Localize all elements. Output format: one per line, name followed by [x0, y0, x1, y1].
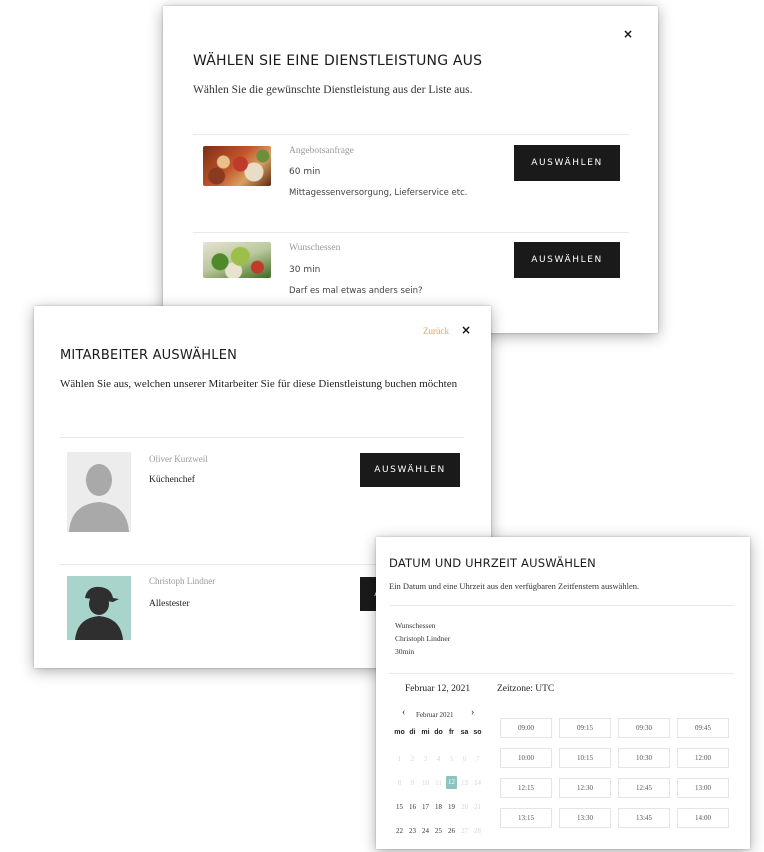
- time-slot[interactable]: 09:00: [500, 718, 552, 738]
- service-modal-title: WÄHLEN SIE EINE DIENSTLEISTUNG AUS: [193, 53, 483, 69]
- staff-role: Küchenchef: [149, 475, 195, 485]
- calendar-day: 13: [461, 779, 468, 787]
- time-slot[interactable]: 13:45: [618, 808, 670, 828]
- service-duration: 30 min: [289, 265, 321, 275]
- person-silhouette-icon: [69, 464, 129, 532]
- calendar-day[interactable]: 19: [446, 803, 457, 811]
- weekday-label: so: [473, 729, 482, 736]
- calendar-day[interactable]: 24: [420, 827, 431, 835]
- weekday-label: sa: [460, 729, 469, 736]
- calendar-day: 21: [474, 803, 481, 811]
- time-slot[interactable]: 09:30: [618, 718, 670, 738]
- calendar-day: 14: [474, 779, 481, 787]
- divider: [389, 673, 734, 674]
- calendar-day: 28: [474, 827, 481, 835]
- calendar-day: 5: [449, 755, 454, 763]
- calendar-day: 7: [475, 755, 480, 763]
- calendar-day: 2: [410, 755, 415, 763]
- divider: [389, 605, 734, 606]
- calendar-day[interactable]: 15: [394, 803, 405, 811]
- calendar-day[interactable]: 23: [407, 827, 418, 835]
- select-service-button[interactable]: AUSWÄHLEN: [514, 145, 620, 181]
- time-slot[interactable]: 13:15: [500, 808, 552, 828]
- timezone-label: Zeitzone: UTC: [497, 684, 555, 694]
- calendar-day[interactable]: 18: [433, 803, 444, 811]
- time-slot[interactable]: 09:45: [677, 718, 729, 738]
- service-modal-subtitle: Wählen Sie die gewünschte Dienstleistung…: [193, 84, 473, 96]
- back-link[interactable]: Zurück: [423, 326, 449, 336]
- calendar-day: 20: [461, 803, 468, 811]
- service-image: [203, 146, 271, 186]
- weekday-label: mi: [421, 729, 430, 736]
- calendar-day: 27: [461, 827, 468, 835]
- select-staff-button[interactable]: AUSWÄHLEN: [360, 453, 460, 487]
- select-service-button[interactable]: AUSWÄHLEN: [514, 242, 620, 278]
- staff-role: Allestester: [149, 599, 190, 609]
- staff-modal-subtitle: Wählen Sie aus, welchen unserer Mitarbei…: [60, 378, 458, 390]
- booking-summary: Wunschessen Christoph Lindner 30min: [395, 619, 450, 658]
- weekday-label: do: [434, 729, 443, 736]
- next-month-icon[interactable]: ›: [471, 707, 474, 718]
- calendar-month: Februar 2021: [416, 711, 454, 719]
- calendar-day: 3: [423, 755, 428, 763]
- person-cap-icon: [75, 586, 123, 640]
- datetime-modal-subtitle: Ein Datum und eine Uhrzeit aus den verfü…: [389, 581, 640, 591]
- service-modal: × WÄHLEN SIE EINE DIENSTLEISTUNG AUS Wäh…: [163, 6, 658, 333]
- staff-name: Christoph Lindner: [149, 576, 216, 586]
- time-slot[interactable]: 10:00: [500, 748, 552, 768]
- time-slot[interactable]: 13:00: [677, 778, 729, 798]
- calendar-day: 11: [435, 779, 442, 787]
- avatar: [67, 452, 131, 532]
- time-slot[interactable]: 13:30: [559, 808, 611, 828]
- weekday-label: mo: [394, 729, 405, 736]
- calendar-day: 8: [397, 779, 402, 787]
- summary-duration: 30min: [395, 647, 415, 656]
- time-slot[interactable]: 12:30: [559, 778, 611, 798]
- service-description: Mittagessenversorgung, Lieferservice etc…: [289, 188, 468, 198]
- service-name: Wunschessen: [289, 243, 341, 253]
- staff-name: Oliver Kurzweil: [149, 454, 208, 464]
- datetime-modal: DATUM UND UHRZEIT AUSWÄHLEN Ein Datum un…: [376, 537, 750, 849]
- summary-staff: Christoph Lindner: [395, 634, 451, 643]
- divider: [193, 134, 629, 135]
- divider: [60, 437, 464, 438]
- time-slot[interactable]: 14:00: [677, 808, 729, 828]
- calendar-day: 6: [462, 755, 467, 763]
- time-slot[interactable]: 12:15: [500, 778, 552, 798]
- summary-service: Wunschessen: [395, 621, 436, 630]
- calendar-day[interactable]: 22: [394, 827, 405, 835]
- divider: [193, 232, 629, 233]
- calendar-day[interactable]: 17: [420, 803, 431, 811]
- weekday-label: fr: [448, 729, 455, 736]
- service-duration: 60 min: [289, 167, 321, 177]
- time-slot[interactable]: 12:00: [677, 748, 729, 768]
- calendar-day: 4: [436, 755, 441, 763]
- calendar-day: 9: [410, 779, 415, 787]
- staff-modal-title: MITARBEITER AUSWÄHLEN: [60, 348, 238, 363]
- time-slot[interactable]: 10:30: [618, 748, 670, 768]
- time-slot[interactable]: 10:15: [559, 748, 611, 768]
- time-slot[interactable]: 12:45: [618, 778, 670, 798]
- weekday-label: di: [409, 729, 416, 736]
- avatar: [67, 576, 131, 640]
- selected-date: Februar 12, 2021: [405, 684, 471, 694]
- prev-month-icon[interactable]: ‹: [402, 707, 405, 718]
- calendar-day[interactable]: 16: [407, 803, 418, 811]
- time-slot[interactable]: 09:15: [559, 718, 611, 738]
- close-icon[interactable]: ×: [461, 323, 471, 337]
- calendar-day: 1: [397, 755, 402, 763]
- service-name: Angebotsanfrage: [289, 146, 354, 156]
- close-icon[interactable]: ×: [623, 27, 633, 41]
- calendar-day: 10: [422, 779, 429, 787]
- calendar-day[interactable]: 25: [433, 827, 444, 835]
- calendar-day-selected[interactable]: 12: [446, 776, 457, 789]
- datetime-modal-title: DATUM UND UHRZEIT AUSWÄHLEN: [389, 556, 596, 570]
- service-image: [203, 242, 271, 278]
- calendar-day[interactable]: 26: [446, 827, 457, 835]
- service-description: Darf es mal etwas anders sein?: [289, 286, 423, 296]
